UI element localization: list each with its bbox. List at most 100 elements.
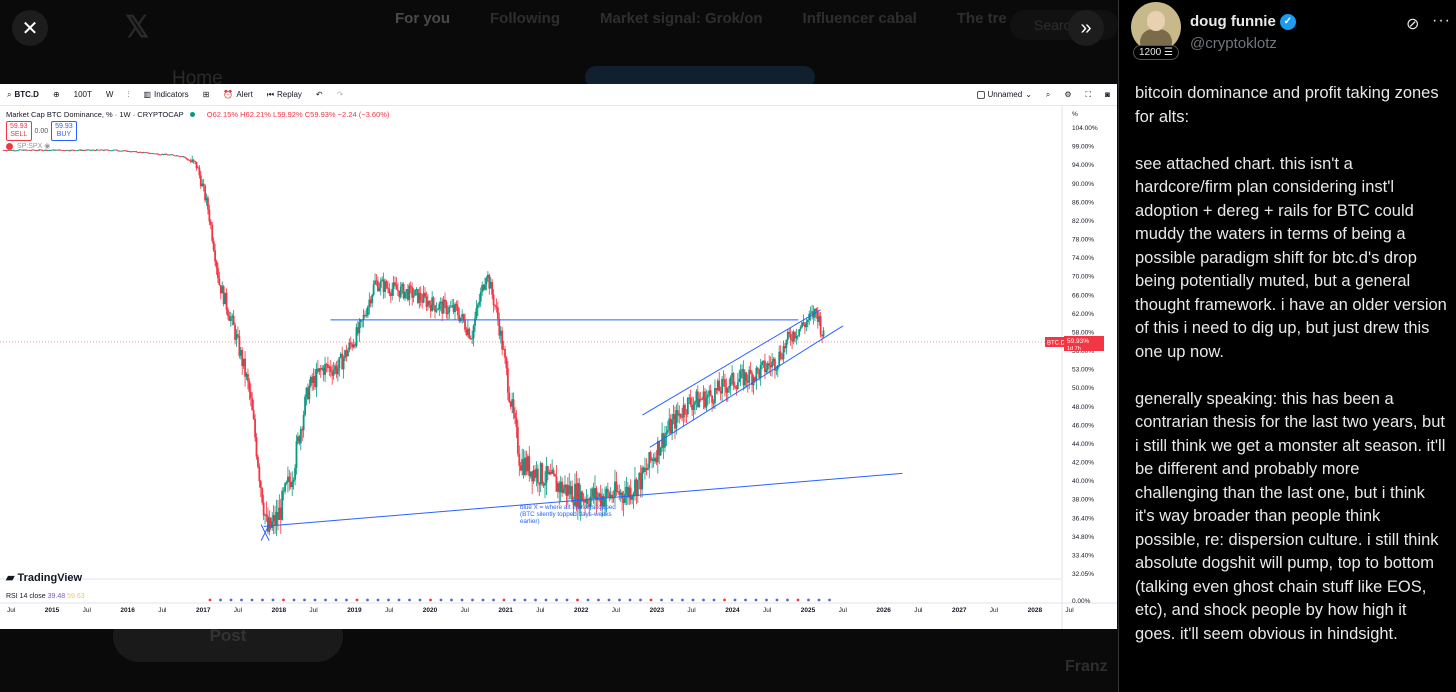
candle-body xyxy=(705,397,708,408)
rsi-dot xyxy=(502,598,506,602)
x-tick-label: Jul xyxy=(309,607,318,614)
y-tick-label: 46.00% xyxy=(1072,422,1094,429)
candle-body xyxy=(195,161,198,169)
rsi-dot xyxy=(471,598,474,602)
fullscreen-icon: ⛶ xyxy=(1085,89,1092,99)
candle-body xyxy=(436,309,439,311)
candle-body xyxy=(506,368,509,393)
candle-body xyxy=(788,331,791,335)
candle-body xyxy=(394,282,396,285)
candle-body xyxy=(729,376,732,386)
rsi-dot xyxy=(408,598,411,602)
search-icon: ⌕ xyxy=(7,89,12,99)
candle-body xyxy=(338,357,341,369)
x-tick-label: Jul xyxy=(763,607,772,614)
candle-body xyxy=(284,483,286,492)
bg-tab: Influencer cabal xyxy=(802,10,917,27)
candle-body xyxy=(706,394,709,398)
x-tick-label: Jul xyxy=(234,607,243,614)
x-tick-label: Jul xyxy=(914,607,923,614)
candle-body xyxy=(202,183,205,186)
y-tick-label: 48.00% xyxy=(1072,404,1094,411)
candle-body xyxy=(198,167,201,176)
more-options-icon[interactable]: ··· xyxy=(1432,12,1451,30)
candle-body xyxy=(292,479,295,482)
settings-icon: ⚙ xyxy=(1064,90,1072,99)
rsi-dot xyxy=(733,598,737,602)
verified-badge-icon: ✓ xyxy=(1279,13,1296,30)
x-tick-label: 2027 xyxy=(952,607,967,614)
candle-body xyxy=(391,289,394,296)
candle-body xyxy=(711,395,713,403)
candle-body xyxy=(255,437,258,457)
candle-body xyxy=(375,280,378,282)
rsi-dot xyxy=(817,598,821,602)
candle-body xyxy=(209,221,212,225)
tweet-paragraph: see attached chart. this isn't a hardcor… xyxy=(1135,154,1447,361)
candle-body xyxy=(347,350,349,357)
rsi-dot xyxy=(796,598,800,602)
rsi-legend: RSI 14 close 39.48 59.63 xyxy=(6,593,85,600)
candle-body xyxy=(501,330,504,350)
candle-body xyxy=(252,410,255,419)
candle-body xyxy=(541,463,544,484)
candle-body xyxy=(689,397,692,405)
candle-body xyxy=(227,309,229,316)
candle-body xyxy=(765,369,768,373)
candle-body xyxy=(745,372,748,381)
display-name[interactable]: doug funnie ✓ xyxy=(1190,13,1296,30)
replay-icon: ⏮ xyxy=(266,89,275,99)
expand-panel-button[interactable]: » xyxy=(1068,10,1104,46)
candle-body xyxy=(192,159,195,162)
rsi-name: RSI 14 close xyxy=(6,593,46,600)
user-handle[interactable]: @cryptoklotz xyxy=(1190,35,1277,52)
rsi-dot xyxy=(607,598,611,602)
candle-body xyxy=(718,380,721,392)
rsi-dot xyxy=(355,598,359,602)
candle-body xyxy=(302,414,305,431)
candle-body xyxy=(372,284,375,296)
candle-body xyxy=(281,490,284,520)
candle-body xyxy=(399,286,402,298)
candle-body xyxy=(445,302,448,315)
candle-body xyxy=(631,496,634,500)
follower-badge[interactable]: 1200 ☰ xyxy=(1133,45,1179,60)
layout-name-label: Unnamed xyxy=(987,90,1023,99)
rsi-dot xyxy=(744,598,747,602)
grok-icon[interactable]: ⊘ xyxy=(1406,14,1419,34)
candle-body xyxy=(822,330,825,337)
badge-icon: ☰ xyxy=(1164,47,1173,58)
rsi-dot xyxy=(618,598,621,602)
candle-body xyxy=(294,468,296,480)
rsi-dot xyxy=(429,598,432,602)
redo-icon: ↷ xyxy=(336,90,344,99)
undo-icon: ↶ xyxy=(315,90,323,99)
candle-body xyxy=(665,432,668,435)
candle-body xyxy=(732,373,735,386)
candle-body xyxy=(514,413,516,419)
candle-body xyxy=(495,306,498,308)
candle-body xyxy=(379,281,382,288)
candle-body xyxy=(332,369,335,376)
candle-body xyxy=(409,285,412,287)
close-button[interactable]: ✕ xyxy=(12,10,48,46)
y-tick-label: 36.40% xyxy=(1072,515,1094,522)
rsi-dot xyxy=(691,598,695,602)
candle-body xyxy=(666,430,669,433)
y-tick-label: 32.05% xyxy=(1072,571,1094,578)
candle-body xyxy=(404,291,406,299)
indicators-icon: ▥ xyxy=(143,90,151,99)
candle-body xyxy=(257,456,259,467)
candle-body xyxy=(208,209,211,222)
candle-body xyxy=(446,312,449,315)
rsi-dot xyxy=(282,598,285,602)
rsi-dot xyxy=(345,598,348,602)
rsi-dot xyxy=(660,598,663,602)
rsi-dot xyxy=(376,598,380,602)
candle-body xyxy=(492,294,495,306)
candle-body xyxy=(679,413,682,418)
candle-body xyxy=(474,318,476,326)
rsi-dot xyxy=(292,598,296,602)
y-tick-label: 78.00% xyxy=(1072,237,1094,244)
chart-image[interactable]: ⌕ BTC.D ⊕ 100T W ⫶ ▥ Indicators ⊞ ⏰ Aler… xyxy=(0,84,1117,629)
